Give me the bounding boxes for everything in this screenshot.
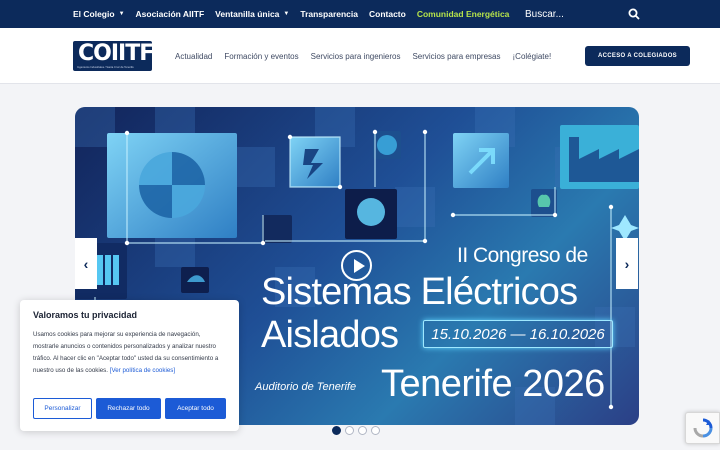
nav-colegiate[interactable]: ¡Colégiate! [513,52,552,61]
slide-subtitle: II Congreso de [457,244,588,267]
top-bar: El Colegio ▼ Asociación AIITF Ventanilla … [0,0,720,28]
topnav-ventanilla[interactable]: Ventanilla única ▼ [215,9,289,19]
slider-dot-3[interactable] [358,426,367,435]
cookie-policy-link[interactable]: [Ver política de cookies] [110,367,175,374]
recaptcha-icon [693,418,712,438]
search-input[interactable]: Buscar... [525,9,628,20]
main-header: COIITF Ingenieros Industriales / Santa C… [0,28,720,84]
cookie-customize-button[interactable]: Personalizar [33,398,92,419]
cookie-reject-button[interactable]: Rechazar todo [96,398,161,419]
main-nav: Actualidad Formación y eventos Servicios… [175,28,563,84]
search-icon[interactable] [628,8,640,20]
topnav-transparencia-label: Transparencia [300,9,358,19]
nav-actualidad[interactable]: Actualidad [175,52,212,61]
logo-subtitle: Ingenieros Industriales / Santa Cruz de … [77,66,134,69]
recaptcha-badge[interactable] [685,412,720,444]
top-nav: El Colegio ▼ Asociación AIITF Ventanilla … [73,0,520,28]
cookie-title: Valoramos tu privacidad [33,310,138,320]
slide-title-line1: Sistemas Eléctricos [261,271,578,313]
slide-venue: Auditorio de Tenerife [255,381,357,393]
topnav-contacto-label: Contacto [369,9,406,19]
nav-servicios-ingenieros[interactable]: Servicios para ingenieros [311,52,401,61]
topnav-ventanilla-label: Ventanilla única [215,9,280,19]
slide-year: Tenerife 2026 [381,363,605,405]
slider-dot-4[interactable] [371,426,380,435]
site-logo[interactable]: COIITF Ingenieros Industriales / Santa C… [73,41,152,71]
topnav-asociacion-label: Asociación AIITF [135,9,205,19]
slider-prev-button[interactable]: ‹ [75,238,97,289]
topnav-el-colegio[interactable]: El Colegio ▼ [73,9,125,19]
slider-dot-1[interactable] [332,426,341,435]
search-box[interactable]: Buscar... [525,5,640,23]
cookie-buttons: Personalizar Rechazar todo Aceptar todo [33,398,230,419]
slider-next-button[interactable]: › [616,238,638,289]
chevron-down-icon: ▼ [118,11,125,17]
nav-servicios-empresas[interactable]: Servicios para empresas [412,52,500,61]
slide-title-line2: Aislados [261,314,399,356]
topnav-el-colegio-label: El Colegio [73,9,115,19]
cookie-text: Usamos cookies para mejorar su experienc… [33,329,226,377]
topnav-comunidad-energetica[interactable]: Comunidad Energética [417,9,510,19]
chevron-left-icon: ‹ [83,255,89,272]
slider-dots [332,426,384,435]
cookie-accept-button[interactable]: Aceptar todo [165,398,226,419]
chevron-down-icon: ▼ [283,11,290,17]
topnav-transparencia[interactable]: Transparencia [300,9,358,19]
topnav-contacto[interactable]: Contacto [369,9,406,19]
members-access-button[interactable]: ACCESO A COLEGIADOS [585,46,690,66]
logo-text: COIITF [78,41,152,66]
nav-formacion-eventos[interactable]: Formación y eventos [224,52,298,61]
topnav-asociacion[interactable]: Asociación AIITF [136,9,205,19]
topnav-comunidad-label: Comunidad Energética [416,9,510,19]
cookie-consent-dialog: Valoramos tu privacidad Usamos cookies p… [20,300,239,431]
slider-dot-2[interactable] [345,426,354,435]
slide-dates: 15.10.2026 — 16.10.2026 [423,320,613,348]
chevron-right-icon: › [624,255,630,272]
